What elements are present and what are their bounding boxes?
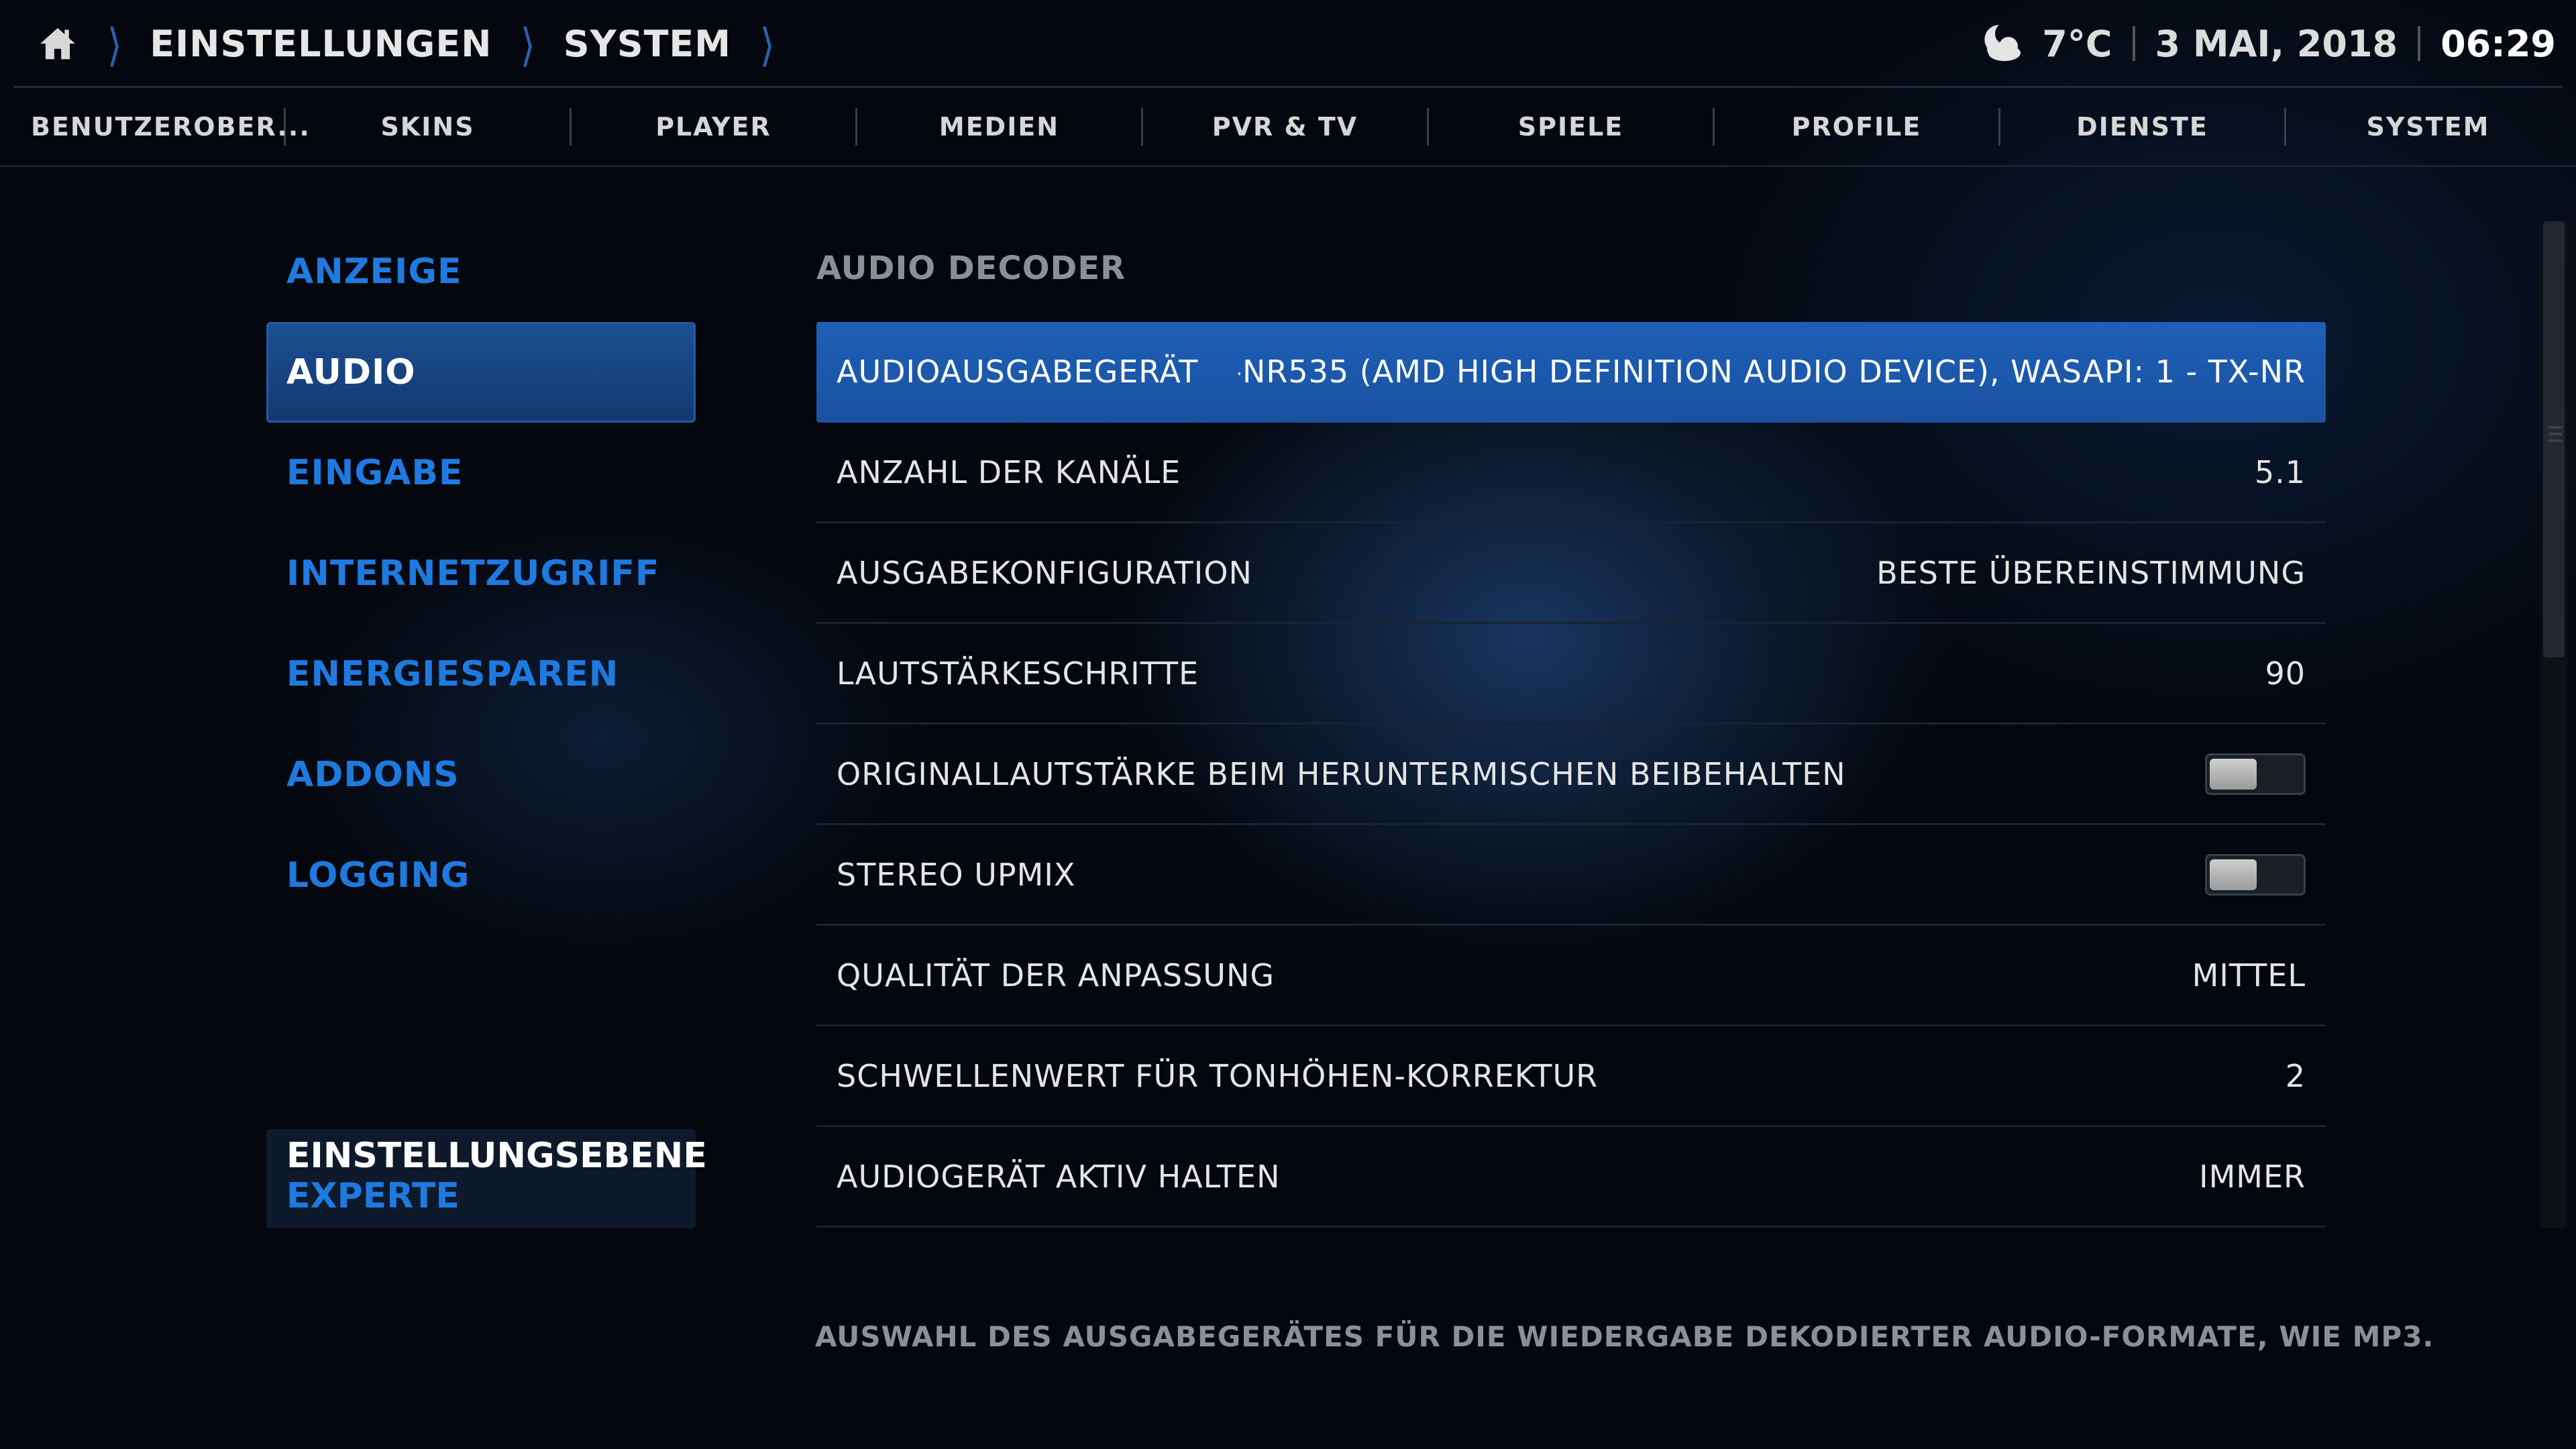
breadcrumb: ❭ EINSTELLUNGEN ❭ SYSTEM ❭ [37,0,802,87]
settings-level-button[interactable]: EINSTELLUNGSEBENE EXPERTE [266,1129,707,1228]
setting-label: AUSGABEKONFIGURATION [837,554,1252,591]
sidebar-item-energiesparen[interactable]: ENERGIESPAREN [266,624,696,724]
toggle-knob [2210,859,2257,890]
setting-value: BESTE ÜBEREINSTIMMUNG [1876,554,2306,591]
toggle-switch[interactable] [2205,753,2306,795]
setting-stereo-upmix[interactable]: STEREO UPMIX [816,825,2326,926]
top-bar: ❭ EINSTELLUNGEN ❭ SYSTEM ❭ 7°C 3 MAI, 20… [0,0,2576,87]
setting-label: ORIGINALLAUTSTÄRKE BEIM HERUNTERMISCHEN … [837,755,1846,792]
sidebar-item-audio[interactable]: AUDIO [266,322,696,423]
setting-pitch-correction-threshold[interactable]: SCHWELLENWERT FÜR TONHÖHEN-KORREKTUR 2 [816,1026,2326,1127]
scrollbar[interactable] [2540,221,2567,1228]
settings-sidebar: ANZEIGE AUDIO EINGABE INTERNETZUGRIFF EN… [266,221,696,926]
breadcrumb-separator-icon: ❭ [105,20,123,67]
breadcrumb-separator-icon: ❭ [757,20,777,67]
tab-profile[interactable]: PROFILE [1715,88,1998,165]
setting-value: MITTEL [2192,957,2306,994]
sidebar-item-logging[interactable]: LOGGING [266,825,696,926]
settings-list: AUDIOAUSGABEGERÄT ƆMI - 1 - TX-NR535 (AM… [816,322,2326,1228]
clock: 06:29 [2440,22,2556,65]
home-icon[interactable] [37,23,78,64]
sidebar-item-anzeige[interactable]: ANZEIGE [266,221,696,322]
setting-label: QUALITÄT DER ANPASSUNG [837,957,1275,994]
setting-label: LAUTSTÄRKESCHRITTE [837,655,1199,692]
setting-value: ƆMI - 1 - TX-NR535 (AMD HIGH DEFINITION … [1238,353,2306,390]
sidebar-item-addons[interactable]: ADDONS [266,724,696,825]
setting-output-configuration[interactable]: AUSGABEKONFIGURATION BESTE ÜBEREINSTIMMU… [816,523,2326,624]
grip-line [2548,439,2562,442]
section-title: AUDIO DECODER [816,250,1126,287]
setting-label: SCHWELLENWERT FÜR TONHÖHEN-KORREKTUR [837,1057,1599,1094]
setting-value: IMMER [2199,1158,2306,1195]
tab-player[interactable]: PLAYER [572,88,855,165]
temperature: 7°C [2042,22,2112,65]
setting-label: ANZAHL DER KANÄLE [837,453,1181,490]
setting-volume-steps[interactable]: LAUTSTÄRKESCHRITTE 90 [816,624,2326,724]
tab-pvr-tv[interactable]: PVR & TV [1143,88,1427,165]
toggle-switch[interactable] [2205,853,2306,896]
setting-value: 5.1 [2254,453,2306,490]
status-area: 7°C 3 MAI, 2018 06:29 [1972,0,2556,87]
breadcrumb-separator-icon: ❭ [518,20,537,67]
category-tabs: BENUTZEROBER... SKINS PLAYER MEDIEN PVR … [0,88,2576,165]
breadcrumb-item-system[interactable]: SYSTEM [564,23,731,65]
breadcrumb-item-einstellungen[interactable]: EINSTELLUNGEN [150,23,492,65]
status-divider [2418,26,2421,61]
settings-level-title: EINSTELLUNGSEBENE [286,1136,707,1176]
setting-channel-count[interactable]: ANZAHL DER KANÄLE 5.1 [816,423,2326,523]
tab-medien[interactable]: MEDIEN [857,88,1141,165]
setting-value: 2 [2285,1057,2306,1094]
scrollbar-thumb[interactable] [2543,221,2565,657]
tab-spiele[interactable]: SPIELE [1429,88,1713,165]
setting-label: AUDIOGERÄT AKTIV HALTEN [837,1158,1281,1195]
tab-benutzeroberflaeche[interactable]: BENUTZEROBER... [0,88,309,165]
sidebar-item-eingabe[interactable]: EINGABE [266,423,696,523]
setting-resample-quality[interactable]: QUALITÄT DER ANPASSUNG MITTEL [816,926,2326,1026]
setting-description: AUSWAHL DES AUSGABEGERÄTES FÜR DIE WIEDE… [815,1320,2434,1353]
status-divider [2132,26,2135,61]
setting-label: STEREO UPMIX [837,856,1076,893]
tab-system[interactable]: SYSTEM [2286,88,2570,165]
settings-level-value: EXPERTE [286,1176,460,1216]
setting-value: 90 [2265,655,2306,692]
grip-line [2548,433,2562,435]
moon-cloud-icon [1972,19,2042,68]
toggle-knob [2210,758,2257,790]
setting-maintain-original-volume[interactable]: ORIGINALLAUTSTÄRKE BEIM HERUNTERMISCHEN … [816,724,2326,825]
sidebar-item-internetzugriff[interactable]: INTERNETZUGRIFF [266,523,696,624]
setting-keep-audio-device-alive[interactable]: AUDIOGERÄT AKTIV HALTEN IMMER [816,1127,2326,1228]
date: 3 MAI, 2018 [2155,22,2398,65]
setting-label: AUDIOAUSGABEGERÄT [837,353,1199,390]
setting-audio-output-device[interactable]: AUDIOAUSGABEGERÄT ƆMI - 1 - TX-NR535 (AM… [816,322,2326,423]
grip-line [2548,426,2562,429]
tab-dienste[interactable]: DIENSTE [2000,88,2284,165]
tab-skins[interactable]: SKINS [286,88,570,165]
tabs-divider [0,165,2576,167]
